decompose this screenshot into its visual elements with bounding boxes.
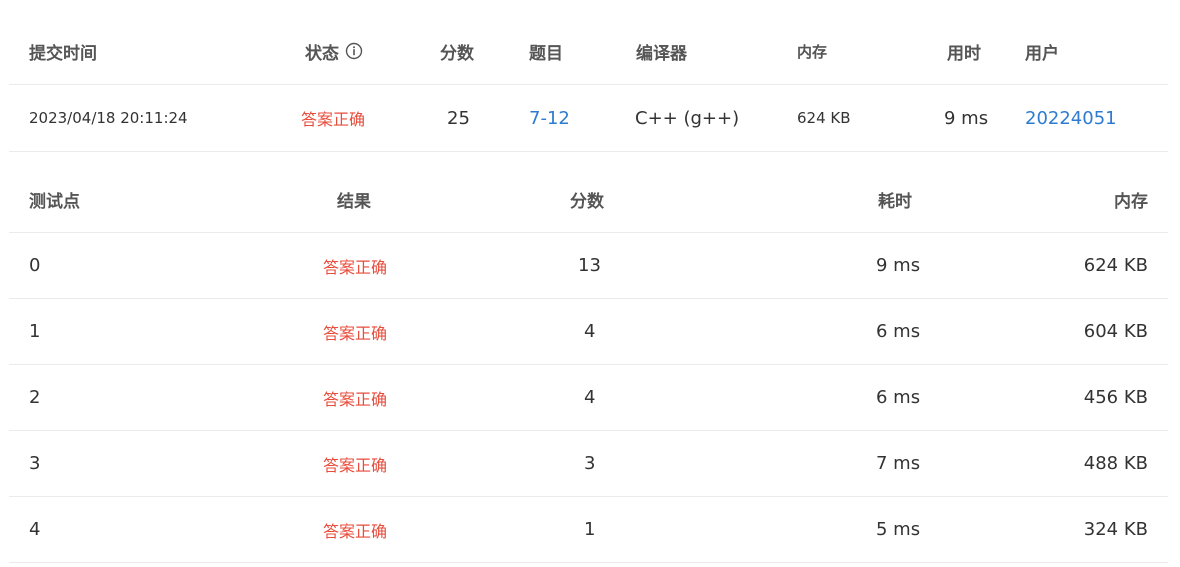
case-time: 5 ms (876, 519, 921, 540)
time-used-value: 9 ms (944, 107, 989, 129)
case-time: 7 ms (876, 453, 921, 474)
case-score: 1 (584, 519, 596, 540)
cases-header-row: 测试点 结果 分数 耗时 内存 (9, 166, 1168, 233)
problem-link[interactable]: 7-12 (529, 85, 570, 151)
case-time: 6 ms (876, 387, 921, 408)
header-result: 结果 (337, 191, 371, 212)
header-case-memory: 内存 (1114, 191, 1148, 212)
case-result: 答案正确 (323, 455, 388, 475)
case-point: 2 (29, 387, 41, 408)
table-row: 4 答案正确 1 5 ms 324 KB (9, 497, 1168, 563)
case-time: 9 ms (876, 255, 921, 276)
header-problem: 题目 (529, 43, 563, 64)
case-point: 1 (29, 321, 41, 342)
submission-detail: 提交时间 状态 分数 题目 编译器 内存 用时 用户 2023/04/18 20… (0, 0, 1180, 567)
summary-row: 2023/04/18 20:11:24 答案正确 25 7-12 C++ (g+… (9, 85, 1168, 152)
summary-header-row: 提交时间 状态 分数 题目 编译器 内存 用时 用户 (9, 18, 1168, 85)
case-point: 0 (29, 255, 41, 276)
case-memory: 624 KB (1083, 255, 1148, 276)
header-compiler: 编译器 (636, 43, 687, 64)
case-score: 3 (584, 453, 596, 474)
score-value: 25 (447, 107, 470, 129)
case-memory: 456 KB (1083, 387, 1148, 408)
case-memory: 488 KB (1083, 453, 1148, 474)
case-score: 4 (584, 321, 596, 342)
header-status-label: 状态 (305, 43, 339, 64)
case-score: 4 (584, 387, 596, 408)
table-row: 2 答案正确 4 6 ms 456 KB (9, 365, 1168, 431)
case-time: 6 ms (876, 321, 921, 342)
memory-value: 624 KB (797, 109, 851, 127)
case-result: 答案正确 (323, 257, 388, 277)
case-score: 13 (578, 255, 601, 276)
header-user: 用户 (1025, 43, 1059, 64)
case-point: 3 (29, 453, 41, 474)
table-row: 1 答案正确 4 6 ms 604 KB (9, 299, 1168, 365)
case-memory: 324 KB (1083, 519, 1148, 540)
header-case-time: 耗时 (878, 191, 912, 212)
case-result: 答案正确 (323, 521, 388, 541)
submit-time: 2023/04/18 20:11:24 (29, 109, 188, 127)
header-memory: 内存 (797, 42, 828, 61)
header-time-used: 用时 (947, 43, 981, 64)
status-badge: 答案正确 (301, 110, 366, 129)
case-result: 答案正确 (323, 389, 388, 409)
header-case-score: 分数 (570, 191, 604, 212)
compiler-value: C++ (g++) (635, 107, 740, 129)
case-point: 4 (29, 519, 41, 540)
header-test-point: 测试点 (29, 191, 80, 212)
header-score: 分数 (440, 43, 474, 64)
case-result: 答案正确 (323, 323, 388, 343)
user-link[interactable]: 20224051 (1025, 85, 1117, 151)
header-submit-time: 提交时间 (29, 43, 97, 64)
table-row: 3 答案正确 3 7 ms 488 KB (9, 431, 1168, 497)
table-row: 0 答案正确 13 9 ms 624 KB (9, 233, 1168, 299)
info-circle-icon[interactable] (345, 42, 363, 60)
header-status: 状态 (305, 18, 363, 84)
case-memory: 604 KB (1083, 321, 1148, 342)
